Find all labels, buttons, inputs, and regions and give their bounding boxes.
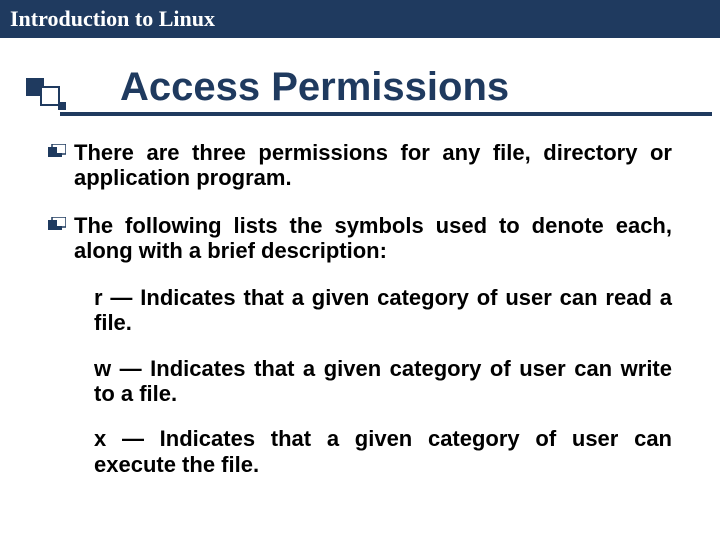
sub-item: x — Indicates that a given category of u…: [94, 426, 672, 477]
bullet-text: The following lists the symbols used to …: [74, 213, 672, 264]
bullet-item: There are three permissions for any file…: [48, 140, 672, 191]
title-decoration-icon: [0, 42, 120, 112]
sub-item: w — Indicates that a given category of u…: [94, 356, 672, 407]
slide-title: Access Permissions: [120, 65, 509, 112]
bullet-item: The following lists the symbols used to …: [48, 213, 672, 264]
title-row: Access Permissions: [0, 42, 720, 112]
bullet-icon: [48, 217, 74, 264]
sub-item: r — Indicates that a given category of u…: [94, 285, 672, 336]
bullet-text: There are three permissions for any file…: [74, 140, 672, 191]
header-title: Introduction to Linux: [10, 6, 215, 32]
slide: Introduction to Linux Access Permissions…: [0, 0, 720, 540]
bullet-icon: [48, 144, 74, 191]
content-area: There are three permissions for any file…: [0, 116, 720, 477]
header-bar: Introduction to Linux: [0, 0, 720, 38]
